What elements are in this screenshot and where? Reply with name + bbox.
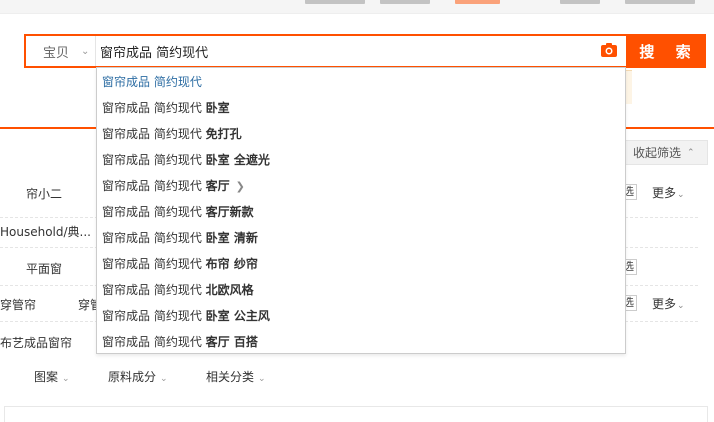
search-input[interactable] — [100, 40, 590, 62]
suggestion-keyword: 布帘 纱帘 — [205, 257, 258, 271]
suggestion-item[interactable]: 窗帘成品 简约现代 卧室 公主风 — [97, 303, 625, 329]
suggestion-base: 窗帘成品 简约现代 — [102, 257, 202, 271]
suggestion-base: 窗帘成品 简约现代 — [102, 75, 202, 89]
chevron-down-icon: ⌄ — [62, 374, 70, 384]
suggestion-item[interactable]: 窗帘成品 简约现代 北欧风格 — [97, 277, 625, 303]
camera-icon[interactable] — [600, 42, 618, 58]
results-panel — [4, 406, 708, 422]
search-button[interactable]: 搜 索 — [626, 34, 706, 68]
search-scope-select[interactable]: 宝贝 ⌄ — [26, 36, 96, 66]
suggestion-item[interactable]: 窗帘成品 简约现代 客厅 百搭 — [97, 329, 625, 355]
suggestion-item[interactable]: 窗帘成品 简约现代 — [97, 69, 625, 95]
suggestion-item[interactable]: 窗帘成品 简约现代 客厅新款 — [97, 199, 625, 225]
suggestion-item[interactable]: 窗帘成品 简约现代 布帘 纱帘 — [97, 251, 625, 277]
search-suggestions-dropdown: 窗帘成品 简约现代 窗帘成品 简约现代 卧室 窗帘成品 简约现代 免打孔 窗帘成… — [96, 67, 626, 354]
filter-more-label: 更多 — [652, 297, 677, 311]
suggestion-keyword: 北欧风格 — [205, 283, 254, 297]
chevron-down-icon: ⌄ — [81, 45, 90, 57]
suggestion-item[interactable]: 窗帘成品 简约现代 免打孔 — [97, 121, 625, 147]
chevron-down-icon: ⌄ — [258, 374, 266, 384]
filter-style-label-a[interactable]: 穿管帘 — [0, 296, 36, 313]
suggestion-keyword: 卧室 — [205, 101, 230, 115]
filter-brand-label[interactable]: 帘小二 — [26, 185, 62, 202]
collapse-filters-label: 收起筛选 — [633, 146, 682, 160]
suggestion-base: 窗帘成品 简约现代 — [102, 153, 202, 167]
suggestion-base: 窗帘成品 简约现代 — [102, 283, 202, 297]
tab-material[interactable]: 原料成分 ⌄ — [108, 368, 168, 385]
chevron-right-icon[interactable]: ❯ — [236, 180, 245, 193]
suggestion-keyword: 卧室 清新 — [205, 231, 258, 245]
suggestion-item[interactable]: 窗帘成品 简约现代 卧室 清新 — [97, 225, 625, 251]
chevron-up-icon: ⌃ — [687, 147, 695, 158]
suggestion-base: 窗帘成品 简约现代 — [102, 309, 202, 323]
suggestion-item[interactable]: 窗帘成品 简约现代 卧室 — [97, 95, 625, 121]
filter-more-label: 更多 — [652, 186, 677, 200]
top-navigation-bar — [0, 0, 714, 14]
suggestion-keyword: 客厅 百搭 — [205, 335, 258, 349]
tab-related-label: 相关分类 — [206, 370, 255, 384]
suggestion-base: 窗帘成品 简约现代 — [102, 179, 202, 193]
suggestion-keyword: 卧室 公主风 — [205, 309, 270, 323]
tab-pattern[interactable]: 图案 ⌄ — [34, 368, 70, 385]
suggestion-item[interactable]: 窗帘成品 简约现代 卧室 全遮光 — [97, 147, 625, 173]
suggestion-base: 窗帘成品 简约现代 — [102, 127, 202, 141]
search-scope-label: 宝贝 — [43, 45, 70, 61]
suggestion-item[interactable]: 窗帘成品 简约现代 客厅 ❯ — [97, 173, 625, 199]
suggestion-base: 窗帘成品 简约现代 — [102, 101, 202, 115]
filter-tabs: 图案 ⌄ 原料成分 ⌄ 相关分类 ⌄ — [0, 368, 714, 392]
filter-more-button[interactable]: 更多⌄ — [652, 295, 685, 312]
filter-household-label[interactable]: Household/典... — [0, 223, 91, 240]
suggestion-base: 窗帘成品 简约现代 — [102, 231, 202, 245]
suggestion-keyword: 卧室 全遮光 — [205, 153, 270, 167]
collapse-filters-button[interactable]: 收起筛选 ⌃ — [622, 140, 708, 165]
search-box: 宝贝 ⌄ — [24, 34, 626, 68]
chevron-down-icon: ⌄ — [160, 374, 168, 384]
suggestion-keyword: 客厅 — [205, 179, 230, 193]
filter-window-label[interactable]: 平面窗 — [26, 260, 62, 277]
suggestion-keyword: 免打孔 — [205, 127, 242, 141]
chevron-down-icon: ⌄ — [677, 301, 685, 311]
filter-product-label[interactable]: 布艺成品窗帘 — [0, 334, 72, 351]
tab-material-label: 原料成分 — [108, 370, 157, 384]
suggestion-side-panel — [626, 70, 632, 104]
tab-pattern-label: 图案 — [34, 370, 59, 384]
suggestion-base: 窗帘成品 简约现代 — [102, 335, 202, 349]
tab-related[interactable]: 相关分类 ⌄ — [206, 368, 266, 385]
suggestion-keyword: 客厅新款 — [205, 205, 254, 219]
suggestion-base: 窗帘成品 简约现代 — [102, 205, 202, 219]
filter-more-button[interactable]: 更多⌄ — [652, 184, 685, 201]
chevron-down-icon: ⌄ — [677, 190, 685, 200]
